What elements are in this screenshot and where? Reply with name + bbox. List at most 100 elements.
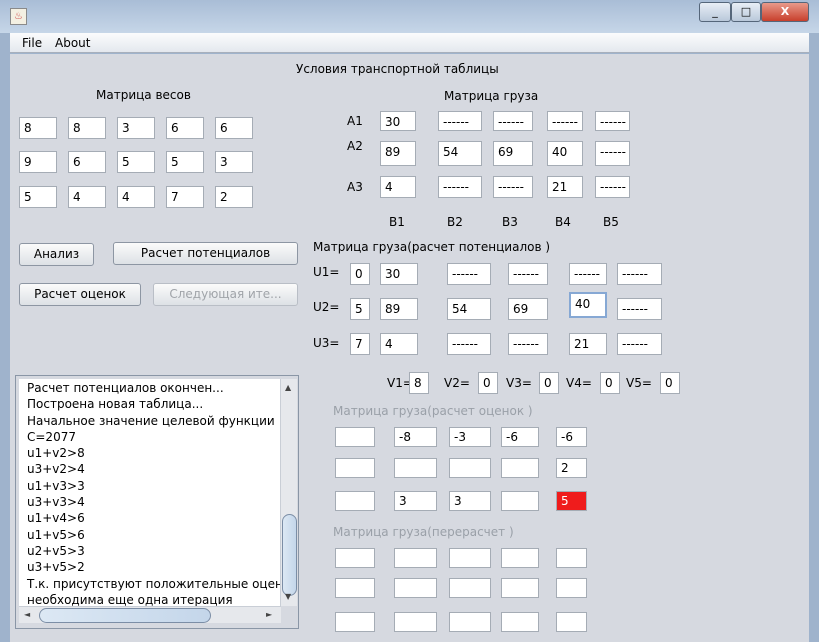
horizontal-scroll-thumb[interactable]: [39, 608, 211, 623]
v-value-field[interactable]: 0: [660, 372, 680, 394]
weight-cell[interactable]: 4: [117, 186, 155, 208]
estimate-cell-highlighted[interactable]: 5: [556, 491, 587, 511]
recount-cell[interactable]: [449, 578, 491, 598]
potential-cell[interactable]: ------: [508, 263, 548, 285]
minimize-button[interactable]: _: [699, 2, 731, 22]
u-value-field[interactable]: 5: [350, 298, 370, 320]
v-value-field[interactable]: 0: [478, 372, 498, 394]
recount-cell[interactable]: [449, 548, 491, 568]
close-button[interactable]: X: [761, 2, 809, 22]
recount-cell[interactable]: [556, 548, 587, 568]
potential-cell[interactable]: ------: [617, 298, 662, 320]
weight-cell[interactable]: 7: [166, 186, 204, 208]
menu-about[interactable]: About: [55, 36, 90, 50]
cargo-cell[interactable]: ------: [595, 176, 630, 198]
estimate-cell[interactable]: [501, 458, 539, 478]
estimate-cell[interactable]: [449, 458, 491, 478]
cargo-cell[interactable]: 69: [493, 141, 533, 166]
potential-cell[interactable]: ------: [447, 263, 491, 285]
scroll-right-icon[interactable]: ►: [266, 610, 272, 619]
weight-cell[interactable]: 3: [117, 117, 155, 139]
potential-cell[interactable]: ------: [569, 263, 607, 285]
u-value-field[interactable]: 0: [350, 263, 370, 285]
recount-cell[interactable]: [501, 612, 539, 632]
weight-cell[interactable]: 8: [68, 117, 106, 139]
potential-cell[interactable]: ------: [508, 333, 548, 355]
potential-cell[interactable]: ------: [617, 333, 662, 355]
estimate-cell[interactable]: -8: [394, 427, 437, 447]
calc-potentials-button[interactable]: Расчет потенциалов: [113, 242, 298, 265]
potential-cell[interactable]: 54: [447, 298, 491, 320]
cargo-cell[interactable]: ------: [493, 111, 533, 131]
estimate-cell[interactable]: -6: [556, 427, 587, 447]
potential-cell[interactable]: 21: [569, 333, 607, 355]
estimate-cell[interactable]: 3: [449, 491, 491, 511]
cargo-cell[interactable]: 54: [438, 141, 482, 166]
estimate-cell[interactable]: [335, 458, 375, 478]
recount-cell[interactable]: [556, 578, 587, 598]
v-value-field[interactable]: 8: [409, 372, 429, 394]
weight-cell[interactable]: 9: [19, 151, 57, 173]
weight-cell[interactable]: 5: [117, 151, 155, 173]
vertical-scrollbar[interactable]: ▲ ▼: [280, 379, 297, 606]
potential-cell[interactable]: ------: [447, 333, 491, 355]
v-value-field[interactable]: 0: [600, 372, 620, 394]
cargo-cell[interactable]: ------: [438, 111, 482, 131]
estimate-cell[interactable]: [335, 491, 375, 511]
estimate-cell[interactable]: [501, 491, 539, 511]
cargo-cell[interactable]: ------: [595, 111, 630, 131]
recount-cell[interactable]: [501, 548, 539, 568]
horizontal-scrollbar[interactable]: ◄ ►: [19, 606, 281, 623]
potential-cell[interactable]: 4: [380, 333, 418, 355]
estimate-cell[interactable]: -3: [449, 427, 491, 447]
cargo-cell[interactable]: 21: [547, 176, 583, 198]
recount-cell[interactable]: [394, 612, 437, 632]
cargo-cell[interactable]: ------: [595, 141, 630, 166]
log-textarea[interactable]: Расчет потенциалов окончен... Построена н…: [19, 379, 281, 606]
cargo-cell[interactable]: 40: [547, 141, 583, 166]
potential-cell[interactable]: 89: [380, 298, 418, 320]
cargo-cell[interactable]: ------: [547, 111, 583, 131]
recount-cell[interactable]: [394, 578, 437, 598]
weight-cell[interactable]: 2: [215, 186, 253, 208]
cargo-cell[interactable]: ------: [493, 176, 533, 198]
recount-cell[interactable]: [449, 612, 491, 632]
weight-cell[interactable]: 3: [215, 151, 253, 173]
recount-cell[interactable]: [335, 612, 375, 632]
scroll-up-icon[interactable]: ▲: [285, 383, 291, 392]
v-value-field[interactable]: 0: [539, 372, 559, 394]
weight-cell[interactable]: 6: [68, 151, 106, 173]
cargo-cell[interactable]: ------: [438, 176, 482, 198]
cargo-cell[interactable]: 30: [380, 111, 416, 131]
scroll-left-icon[interactable]: ◄: [24, 610, 30, 619]
calc-estimates-button[interactable]: Расчет оценок: [19, 283, 141, 306]
estimate-cell[interactable]: 2: [556, 458, 587, 478]
recount-cell[interactable]: [394, 548, 437, 568]
weight-cell[interactable]: 4: [68, 186, 106, 208]
weight-cell[interactable]: 6: [166, 117, 204, 139]
potential-cell[interactable]: 69: [508, 298, 548, 320]
cargo-cell[interactable]: 89: [380, 141, 416, 166]
u-value-field[interactable]: 7: [350, 333, 370, 355]
potential-cell[interactable]: 40: [569, 292, 607, 318]
estimate-cell[interactable]: 3: [394, 491, 437, 511]
vertical-scroll-thumb[interactable]: [282, 514, 297, 596]
weight-cell[interactable]: 6: [215, 117, 253, 139]
potential-cell[interactable]: ------: [617, 263, 662, 285]
estimate-cell[interactable]: [335, 427, 375, 447]
potential-cell[interactable]: 30: [380, 263, 418, 285]
weight-cell[interactable]: 5: [166, 151, 204, 173]
weight-cell[interactable]: 8: [19, 117, 57, 139]
weight-cell[interactable]: 5: [19, 186, 57, 208]
estimate-cell[interactable]: [394, 458, 437, 478]
cargo-cell[interactable]: 4: [380, 176, 416, 198]
estimate-cell[interactable]: -6: [501, 427, 539, 447]
analyze-button[interactable]: Анализ: [19, 243, 94, 266]
recount-cell[interactable]: [335, 548, 375, 568]
menu-file[interactable]: File: [22, 36, 42, 50]
recount-cell[interactable]: [556, 612, 587, 632]
scroll-down-icon[interactable]: ▼: [285, 592, 291, 601]
maximize-button[interactable]: □: [731, 2, 761, 22]
recount-cell[interactable]: [335, 578, 375, 598]
recount-cell[interactable]: [501, 578, 539, 598]
